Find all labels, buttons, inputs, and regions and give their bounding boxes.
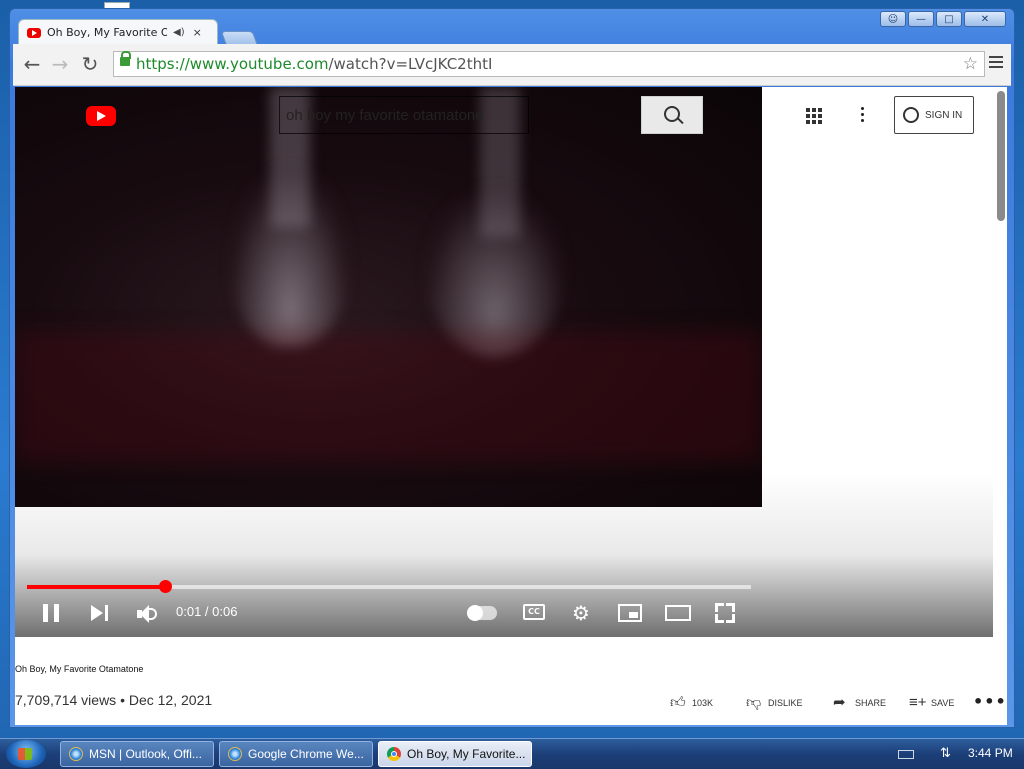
- share-button[interactable]: ➦ SHARE: [833, 695, 886, 711]
- ie-icon: [228, 747, 242, 761]
- maximize-icon[interactable]: □: [936, 11, 962, 27]
- playlist-add-icon: ≡+: [909, 694, 927, 711]
- account-icon: [903, 107, 919, 123]
- video-frame[interactable]: [15, 87, 762, 507]
- more-actions-icon[interactable]: •••: [973, 692, 1007, 711]
- tab-close-icon[interactable]: ×: [193, 26, 202, 39]
- dislike-button[interactable]: 👎︎ DISLIKE: [746, 695, 803, 711]
- share-icon: ➦: [833, 694, 846, 711]
- time-display: 0:01 / 0:06: [176, 604, 238, 619]
- volume-icon[interactable]: [137, 605, 161, 623]
- url-text[interactable]: https://www.youtube.com/watch?v=LVcJKC2t…: [136, 55, 492, 73]
- page-content: SIGN IN 0:01 / 0:06 CC ⚙ Oh Boy, My Favo…: [15, 87, 1007, 725]
- captions-icon[interactable]: CC: [523, 604, 545, 620]
- search-button[interactable]: [641, 96, 703, 134]
- lock-icon: [120, 51, 131, 66]
- reload-icon[interactable]: ↻: [79, 53, 101, 75]
- tab-title: Oh Boy, My Favorite Ot: [47, 26, 167, 39]
- fullscreen-icon[interactable]: [715, 603, 735, 623]
- taskbar-item-chrome-web[interactable]: Google Chrome We...: [219, 741, 373, 767]
- progress-played: [27, 585, 165, 589]
- autoplay-toggle[interactable]: [467, 605, 497, 621]
- theater-mode-icon[interactable]: [665, 605, 691, 621]
- keyboard-icon[interactable]: [898, 750, 914, 759]
- address-bar[interactable]: https://www.youtube.com/watch?v=LVcJKC2t…: [113, 51, 985, 77]
- video-title: Oh Boy, My Favorite Otamatone: [15, 664, 144, 674]
- window-controls: ☺ — □ ✕: [880, 11, 1006, 27]
- youtube-logo[interactable]: [86, 106, 116, 126]
- bookmark-star-icon[interactable]: ☆: [963, 54, 978, 74]
- taskbar-item-youtube[interactable]: Oh Boy, My Favorite...: [378, 741, 532, 767]
- browser-toolbar: ← → ↻ https://www.youtube.com/watch?v=LV…: [13, 44, 1011, 86]
- more-options-icon[interactable]: [861, 107, 865, 125]
- progress-bar[interactable]: [27, 580, 751, 593]
- scrubber-handle[interactable]: [158, 580, 172, 593]
- ie-icon: [69, 747, 83, 761]
- views-date: 7,709,714 views • Dec 12, 2021: [15, 692, 213, 708]
- next-icon[interactable]: [91, 605, 109, 621]
- forward-icon[interactable]: →: [49, 53, 71, 75]
- back-icon[interactable]: ←: [21, 53, 43, 75]
- clock[interactable]: 3:44 PM: [968, 746, 1013, 760]
- taskbar: MSN | Outlook, Offi... Google Chrome We.…: [0, 738, 1024, 769]
- pause-icon[interactable]: [43, 604, 61, 622]
- minimize-icon[interactable]: —: [908, 11, 934, 27]
- apps-grid-icon[interactable]: [806, 108, 822, 124]
- close-icon[interactable]: ✕: [964, 11, 1006, 27]
- browser-tab-active[interactable]: Oh Boy, My Favorite Ot ◀) ×: [18, 19, 218, 45]
- taskbar-item-msn[interactable]: MSN | Outlook, Offi...: [60, 741, 214, 767]
- youtube-favicon-icon: [27, 27, 41, 38]
- like-button[interactable]: 👍︎ 103K: [670, 695, 713, 711]
- thumbs-up-icon: 👍︎: [670, 694, 686, 711]
- sign-in-button[interactable]: SIGN IN: [894, 96, 974, 134]
- settings-gear-icon[interactable]: ⚙: [572, 603, 592, 623]
- speaker-icon[interactable]: ◀): [173, 27, 185, 38]
- thumbs-down-icon: 👎︎: [746, 694, 762, 711]
- sign-in-label: SIGN IN: [925, 109, 963, 121]
- start-button[interactable]: [6, 740, 46, 768]
- network-icon[interactable]: ⇅: [940, 746, 954, 762]
- user-icon[interactable]: ☺: [880, 11, 906, 27]
- search-icon: [664, 106, 680, 122]
- menu-icon[interactable]: [989, 56, 1003, 68]
- search-input[interactable]: [279, 96, 529, 134]
- scrollbar-thumb[interactable]: [997, 91, 1005, 221]
- save-button[interactable]: ≡+ SAVE: [909, 695, 954, 711]
- miniplayer-icon[interactable]: [618, 604, 642, 622]
- chrome-icon: [387, 747, 401, 761]
